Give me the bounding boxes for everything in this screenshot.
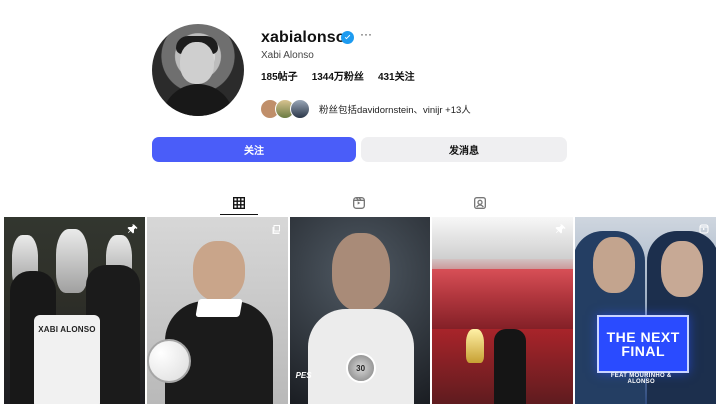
message-button[interactable]: 发消息 xyxy=(361,137,567,162)
shirt-collar xyxy=(195,299,243,317)
profile-stats: 185帖子 1344万粉丝 431关注 xyxy=(261,68,415,83)
posts-grid: XABI ALONSO 30 PES THE NEXT FINAL FEAT M… xyxy=(4,217,716,404)
multiple-icon xyxy=(270,223,282,235)
following-count[interactable]: 431关注 xyxy=(378,68,415,83)
followed-by-text: 粉丝包括davidornstein、vinijr +13人 xyxy=(319,105,471,116)
player xyxy=(494,329,527,404)
stadium-roof xyxy=(432,217,574,259)
pin-icon xyxy=(555,223,567,235)
tagged-icon xyxy=(474,197,486,209)
active-tab-underline xyxy=(220,214,258,215)
follow-button[interactable]: 关注 xyxy=(152,137,356,162)
football xyxy=(146,339,191,383)
reels-icon xyxy=(698,223,710,235)
tab-reels[interactable] xyxy=(351,195,367,211)
following-count-text: 431关注 xyxy=(377,72,415,83)
username: xabialonso xyxy=(261,29,346,46)
medal-text: 30 xyxy=(356,363,366,373)
post-feat-text: FEAT MOURINHO & ALONSO xyxy=(610,373,672,385)
trophy xyxy=(466,329,485,363)
tab-tagged[interactable] xyxy=(472,195,488,211)
more-options-icon[interactable]: ··· xyxy=(360,28,372,40)
jersey: XABI ALONSO xyxy=(34,315,100,404)
game-mark: PES xyxy=(295,371,312,380)
trophy xyxy=(56,229,88,293)
posts-count-text: 185帖子 xyxy=(261,72,298,83)
followers-count-text: 1344万粉丝 xyxy=(311,72,364,83)
post-tile[interactable]: XABI ALONSO xyxy=(4,217,145,404)
post-title-box: THE NEXT FINAL xyxy=(597,315,690,373)
profile-tabs xyxy=(0,192,720,216)
stadium-stand xyxy=(432,269,574,333)
tab-posts[interactable] xyxy=(231,195,247,211)
jersey-text: XABI ALONSO xyxy=(38,325,96,334)
pin-icon xyxy=(127,223,139,235)
followed-by-row[interactable]: 粉丝包括davidornstein、vinijr +13人 xyxy=(260,99,471,119)
post-tile[interactable]: THE NEXT FINAL FEAT MOURINHO & ALONSO xyxy=(575,217,716,404)
grid-icon xyxy=(233,197,245,209)
person-head xyxy=(661,241,704,297)
post-title-line1: THE NEXT xyxy=(606,329,680,345)
post-tile[interactable]: 30 PES xyxy=(289,217,431,404)
followers-count[interactable]: 1344万粉丝 xyxy=(312,68,364,83)
medal: 30 xyxy=(345,353,376,383)
post-tile[interactable] xyxy=(432,217,574,404)
post-tile[interactable] xyxy=(146,217,288,404)
posts-count[interactable]: 185帖子 xyxy=(261,68,298,83)
profile-avatar[interactable] xyxy=(152,24,244,116)
follower-avatar xyxy=(290,99,310,119)
person-head xyxy=(331,233,390,311)
avatar-face xyxy=(180,42,214,84)
person-head xyxy=(192,241,245,301)
verified-icon xyxy=(341,31,354,44)
full-name: Xabi Alonso xyxy=(261,50,314,61)
person-head xyxy=(593,237,636,293)
avatar-body xyxy=(162,84,234,116)
post-title-line2: FINAL xyxy=(621,343,666,359)
reels-icon xyxy=(353,197,365,209)
